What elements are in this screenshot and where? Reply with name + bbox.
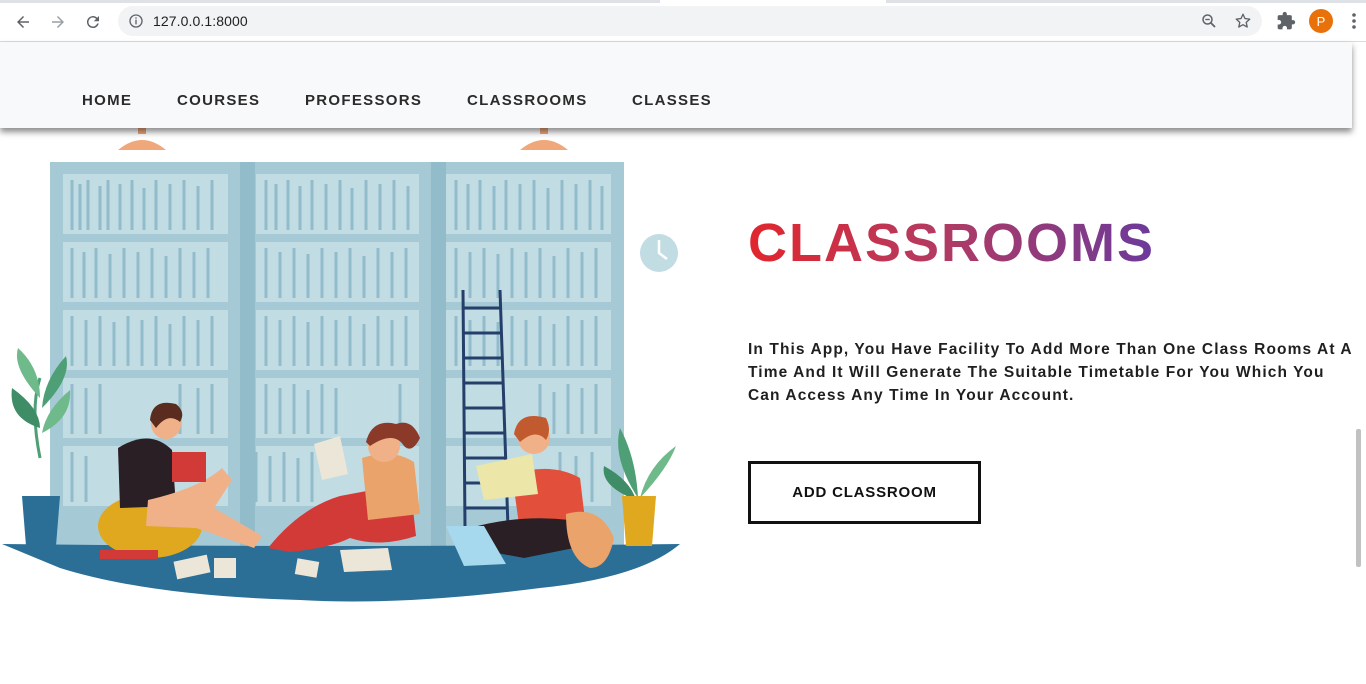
- more-menu-icon[interactable]: [1346, 11, 1362, 31]
- nav-home-link[interactable]: HOME: [82, 92, 132, 109]
- nav-classes-link[interactable]: CLASSES: [632, 92, 712, 109]
- bookmark-star-icon[interactable]: [1234, 12, 1252, 30]
- hero-description: In This App, You Have Facility To Add Mo…: [748, 341, 1353, 404]
- page-title: CLASSROOMS: [748, 213, 1156, 273]
- nav-classrooms-link[interactable]: CLASSROOMS: [467, 92, 588, 109]
- reload-icon[interactable]: [80, 9, 106, 35]
- page-viewport: HOME COURSES PROFESSORS CLASSROOMS CLASS…: [0, 42, 1366, 684]
- address-bar[interactable]: 127.0.0.1:8000: [118, 6, 1262, 36]
- ceiling-lamp: [520, 128, 568, 150]
- library-illustration: [2, 128, 680, 602]
- add-classroom-button[interactable]: ADD CLASSROOM: [748, 461, 981, 524]
- scrollbar-thumb[interactable]: [1356, 429, 1361, 567]
- tab-strip: [0, 0, 1366, 3]
- extensions-icon[interactable]: [1276, 11, 1296, 31]
- site-info-icon[interactable]: [128, 13, 144, 29]
- ceiling-lamp: [118, 128, 166, 150]
- profile-avatar[interactable]: P: [1309, 9, 1333, 33]
- browser-toolbar: 127.0.0.1:8000 P: [0, 0, 1366, 42]
- url-text[interactable]: 127.0.0.1:8000: [153, 13, 248, 29]
- nav-courses-link[interactable]: COURSES: [177, 92, 260, 109]
- zoom-icon[interactable]: [1200, 12, 1218, 30]
- back-icon[interactable]: [10, 9, 36, 35]
- site-navbar: HOME COURSES PROFESSORS CLASSROOMS CLASS…: [0, 42, 1352, 128]
- page-scrollbar[interactable]: [1352, 42, 1366, 684]
- nav-professors-link[interactable]: PROFESSORS: [305, 92, 422, 109]
- wall-clock: [640, 234, 678, 272]
- forward-icon[interactable]: [45, 9, 71, 35]
